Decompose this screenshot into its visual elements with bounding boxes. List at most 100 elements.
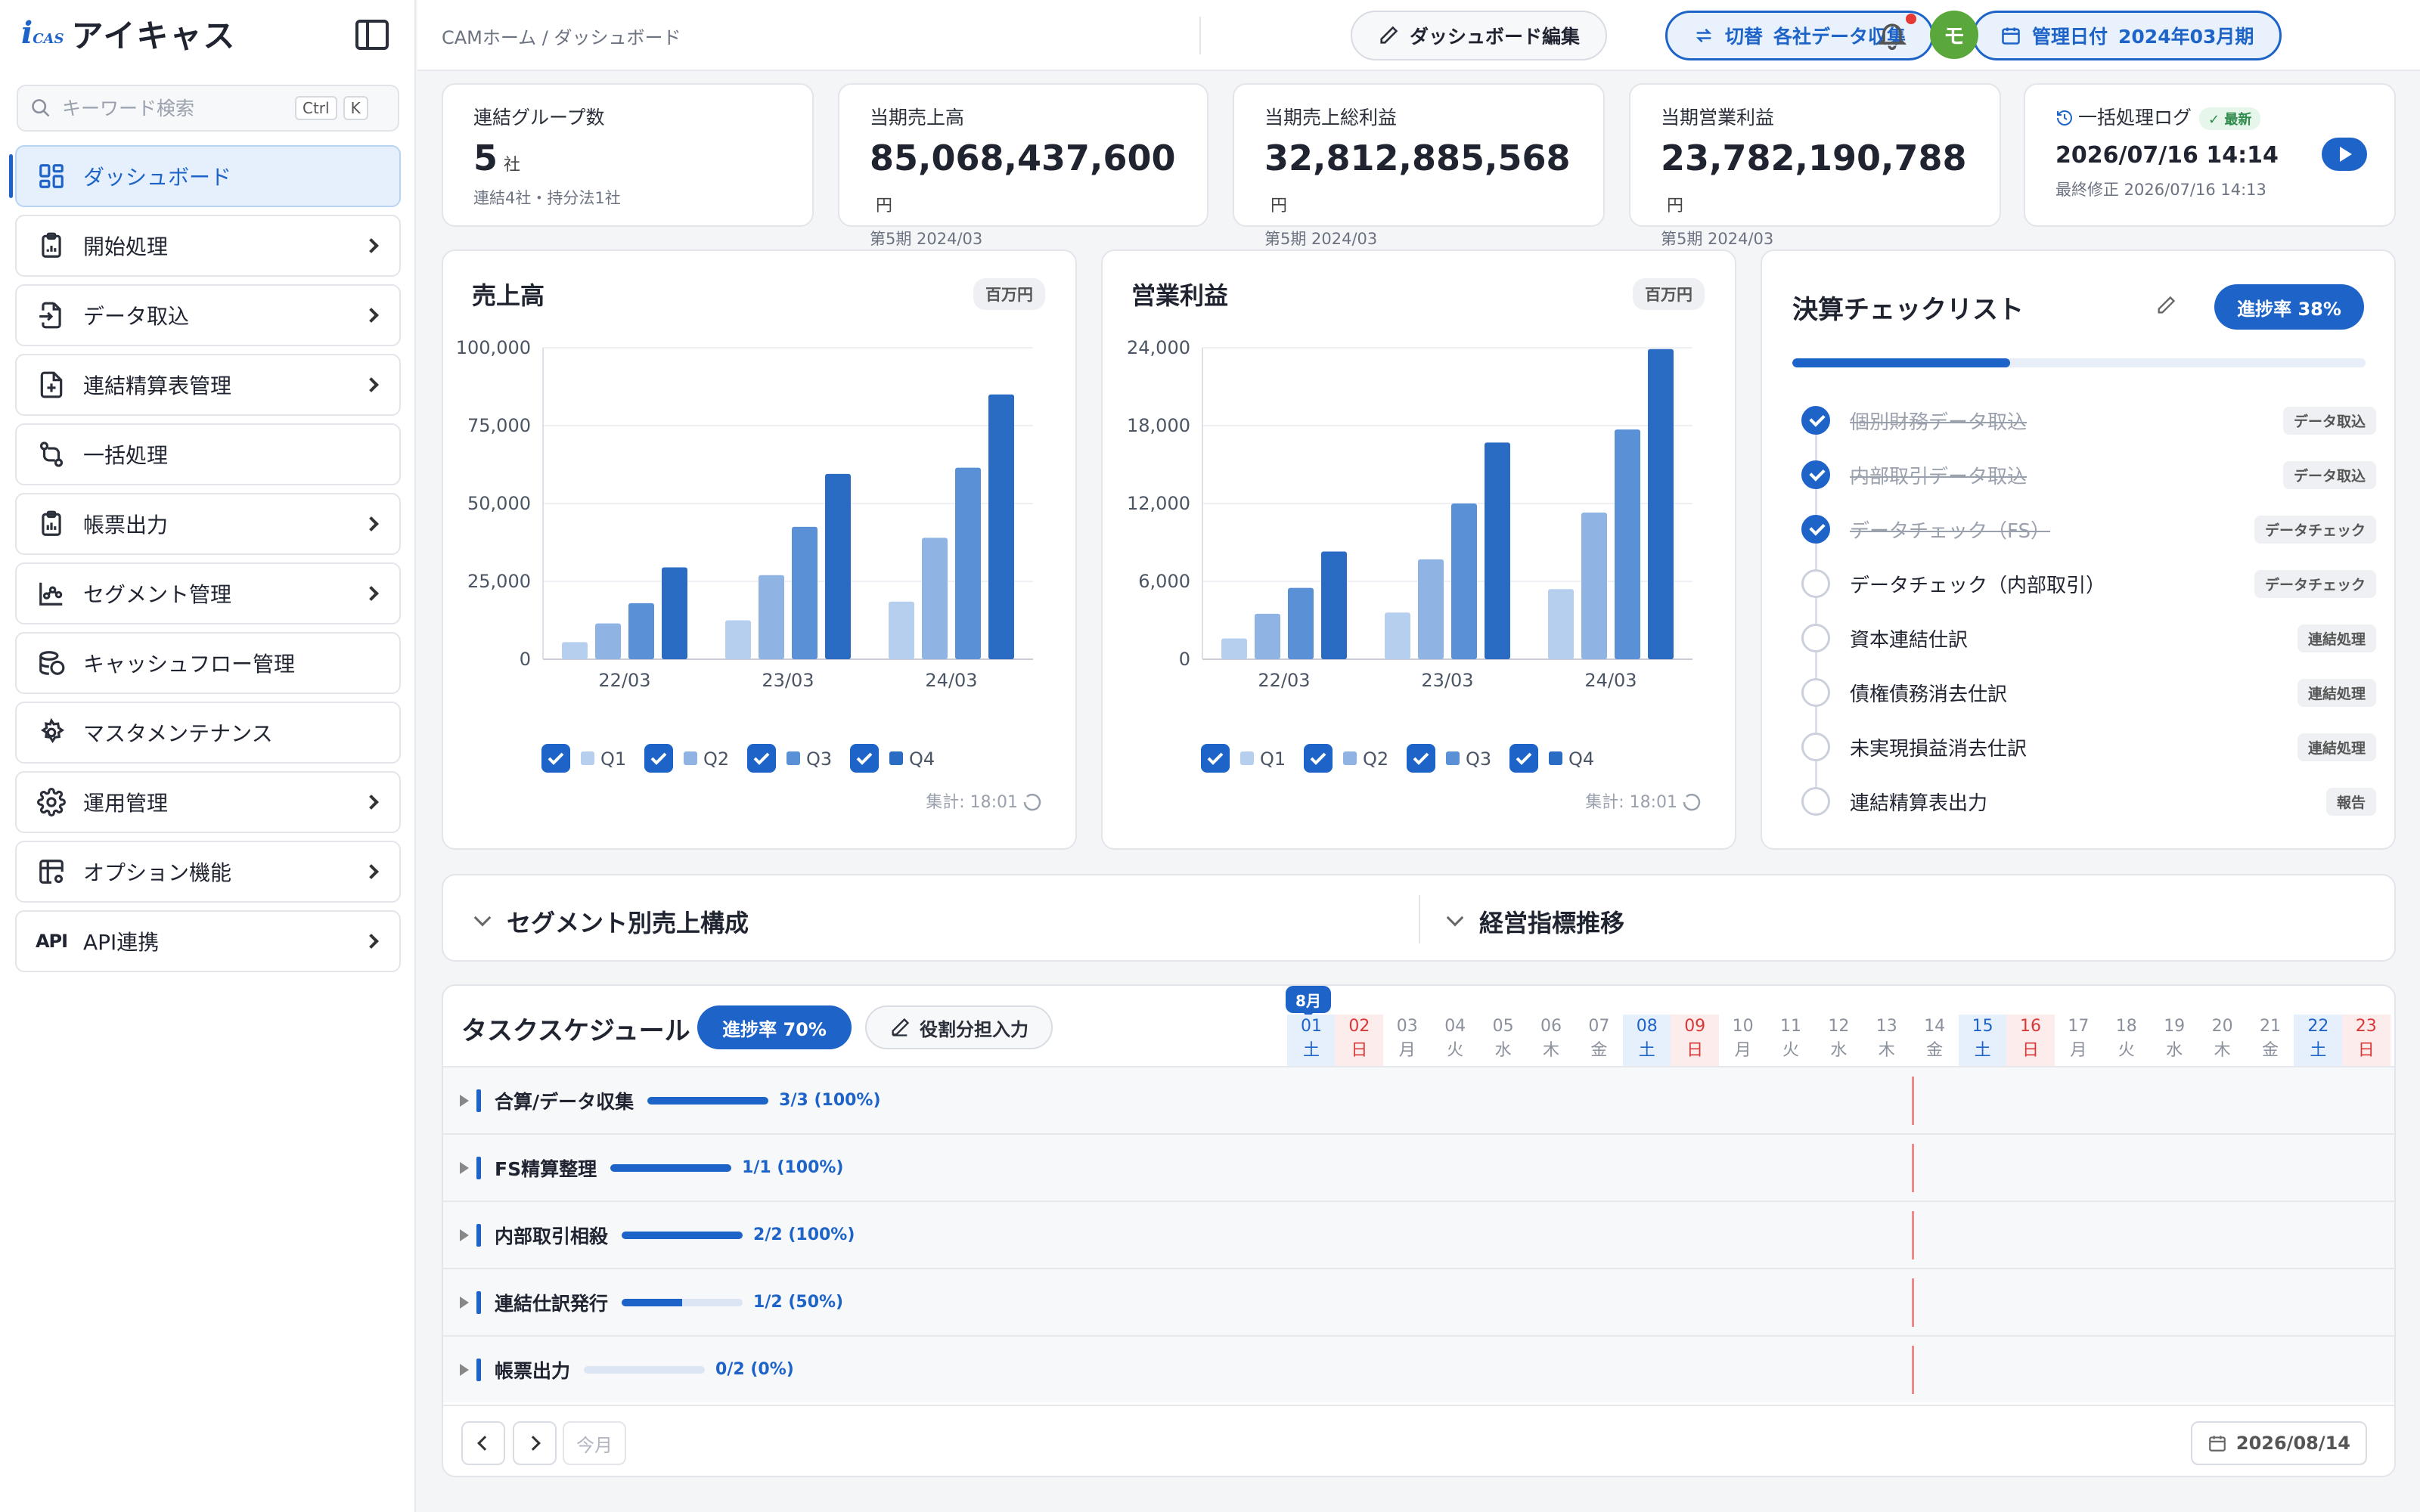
empty-circle-icon[interactable] — [1801, 624, 1830, 652]
checklist-item-label: データチェック（内部取引） — [1850, 574, 2106, 597]
settings-icon — [36, 787, 67, 817]
legend-item-q3[interactable]: Q3 — [747, 744, 832, 773]
search-input[interactable] — [62, 97, 289, 119]
empty-circle-icon[interactable] — [1801, 678, 1830, 707]
legend-item-q2[interactable]: Q2 — [644, 744, 729, 773]
checklist-item[interactable]: 資本連結仕訳 連結処理 — [1801, 611, 2376, 691]
checklist-item[interactable]: 債権債務消去仕訳 連結処理 — [1801, 665, 2376, 745]
expand-triangle-icon[interactable] — [460, 1161, 469, 1174]
empty-circle-icon[interactable] — [1801, 733, 1830, 761]
sidebar-item-label: セグメント管理 — [83, 582, 232, 607]
checklist-item[interactable]: 内部取引データ取込 データ取込 — [1801, 448, 2376, 528]
sidebar-item-report-output[interactable]: 帳票出力 — [15, 493, 401, 555]
date-value: 2024年03月期 — [2118, 26, 2254, 48]
switch-arrows-icon — [1696, 28, 1712, 43]
expand-triangle-icon[interactable] — [460, 1296, 469, 1309]
expand-triangle-icon[interactable] — [460, 1094, 469, 1107]
app-logo[interactable]: iCAS アイキャス — [21, 11, 236, 56]
breadcrumb[interactable]: CAMホーム / ダッシュボード — [442, 23, 681, 49]
legend-item-q4[interactable]: Q4 — [1509, 744, 1594, 773]
bar-q4-23-03 — [825, 473, 851, 659]
search-box[interactable]: Ctrl K — [17, 85, 399, 132]
legend-item-q2[interactable]: Q2 — [1304, 744, 1388, 773]
calendar-day: 10 月 — [1732, 1017, 1754, 1060]
dashboard-edit-button[interactable]: ダッシュボード編集 — [1351, 11, 1608, 60]
task-row[interactable]: 内部取引相殺 2/2 (100%) — [443, 1201, 2394, 1268]
sidebar-item-label: マスタメンテナンス — [83, 721, 273, 746]
sidebar-item-start-process[interactable]: 開始処理 — [15, 215, 401, 277]
task-row[interactable]: 帳票出力 0/2 (0%) — [443, 1335, 2394, 1402]
sidebar-item-master-maintenance[interactable]: マスタメンテナンス — [15, 702, 401, 764]
bar-q1-24-03 — [889, 601, 914, 659]
check-circle-icon[interactable] — [1801, 515, 1830, 544]
date-label: 管理日付 — [2032, 26, 2108, 48]
expand-triangle-icon[interactable] — [460, 1363, 469, 1376]
task-progress-label: 2/2 (100%) — [753, 1225, 855, 1244]
task-row[interactable]: 連結仕訳発行 1/2 (50%) — [443, 1268, 2394, 1335]
sidebar-item-batch[interactable]: 一括処理 — [15, 423, 401, 485]
checklist-item[interactable]: 個別財務データ取込 データ取込 — [1801, 393, 2376, 473]
checklist-item[interactable]: データチェック（FS） データチェック — [1801, 502, 2376, 582]
current-date-button[interactable]: 2026/08/14 — [2190, 1421, 2367, 1465]
sidebar-collapse-icon[interactable] — [355, 20, 389, 50]
y-tick-label: 24,000 — [1127, 337, 1190, 358]
avatar[interactable]: モ — [1930, 11, 1978, 59]
batch-log-card[interactable]: 一括処理ログ ✓ 最新 2026/07/16 14:14 最終修正 2026/07… — [2024, 83, 2396, 227]
calendar-day: 13 木 — [1876, 1017, 1897, 1060]
calendar-day: 04 火 — [1444, 1017, 1466, 1060]
role-assignment-button[interactable]: 役割分担入力 — [865, 1005, 1053, 1049]
management-date-button[interactable]: 管理日付 2024年03月期 — [1972, 11, 2282, 60]
legend-item-q4[interactable]: Q4 — [850, 744, 935, 773]
checklist-title: 決算チェックリスト — [1792, 295, 2024, 325]
task-progress-bar — [584, 1365, 706, 1374]
bar-q1-24-03 — [1548, 589, 1574, 659]
task-progress-label: 3/3 (100%) — [779, 1091, 881, 1110]
bell-icon[interactable] — [1876, 18, 1909, 51]
this-month-button[interactable]: 今月 — [563, 1421, 626, 1465]
sidebar-item-data-import[interactable]: データ取込 — [15, 284, 401, 346]
calendar-day: 20 木 — [2211, 1017, 2233, 1060]
chevron-right-icon — [364, 308, 379, 323]
checklist-item[interactable]: 未実現損益消去仕訳 連結処理 — [1801, 720, 2376, 800]
pencil-icon[interactable] — [2155, 295, 2176, 316]
chevron-down-icon — [1446, 909, 1464, 927]
sidebar-item-api[interactable]: API API連携 — [15, 910, 401, 972]
bar-q2-22-03 — [595, 623, 621, 659]
sidebar-item-segment[interactable]: セグメント管理 — [15, 562, 401, 624]
sidebar-item-operation[interactable]: 運用管理 — [15, 771, 401, 833]
empty-circle-icon[interactable] — [1801, 569, 1830, 598]
check-circle-icon[interactable] — [1801, 406, 1830, 435]
y-tick-label: 75,000 — [467, 415, 531, 436]
x-tick-label: 23/03 — [762, 670, 814, 691]
check-circle-icon[interactable] — [1801, 460, 1830, 489]
sidebar-item-dashboard[interactable]: ダッシュボード — [9, 145, 401, 207]
checklist-item-label: 個別財務データ取込 — [1850, 411, 2028, 434]
checklist-item[interactable]: データチェック（内部取引） データチェック — [1801, 556, 2376, 637]
prev-button[interactable] — [461, 1421, 505, 1465]
dashboard-icon — [36, 161, 67, 191]
sidebar-item-consolidation-sheet[interactable]: 連結精算表管理 — [15, 354, 401, 416]
play-button[interactable] — [2322, 138, 2367, 171]
segment-sales-toggle[interactable]: セグメント別売上構成 — [473, 904, 749, 939]
sidebar-item-options[interactable]: オプション機能 — [15, 841, 401, 903]
bar-q2-22-03 — [1255, 613, 1280, 659]
task-row[interactable]: FS精算整理 1/1 (100%) — [443, 1133, 2394, 1201]
empty-circle-icon[interactable] — [1801, 787, 1830, 816]
bar-q3-22-03 — [628, 603, 654, 659]
batch-log-sub: 最終修正 2026/07/16 14:13 — [2055, 181, 2266, 199]
legend-item-q3[interactable]: Q3 — [1407, 744, 1491, 773]
kpi-value: 32,812,885,568円 — [1264, 138, 1571, 215]
legend-item-q1[interactable]: Q1 — [541, 744, 626, 773]
expand-triangle-icon[interactable] — [460, 1228, 469, 1241]
checklist-item[interactable]: 連結精算表出力 報告 — [1801, 774, 2376, 829]
checklist-progress-badge: 進捗率 38% — [2214, 284, 2364, 330]
sidebar-item-cashflow[interactable]: キャッシュフロー管理 — [15, 632, 401, 694]
task-rows: 合算/データ収集 3/3 (100%) FS精算整理 1/1 (100%) 内部取引相殺… — [443, 1066, 2394, 1402]
checklist-item-label: 連結精算表出力 — [1850, 792, 1988, 815]
task-row[interactable]: 合算/データ収集 3/3 (100%) — [443, 1066, 2394, 1133]
kpi-trend-toggle[interactable]: 経営指標推移 — [1446, 904, 1624, 939]
next-button[interactable] — [513, 1421, 557, 1465]
chevron-right-icon — [364, 377, 379, 392]
legend-item-q1[interactable]: Q1 — [1201, 744, 1286, 773]
x-tick-label: 24/03 — [925, 670, 977, 691]
